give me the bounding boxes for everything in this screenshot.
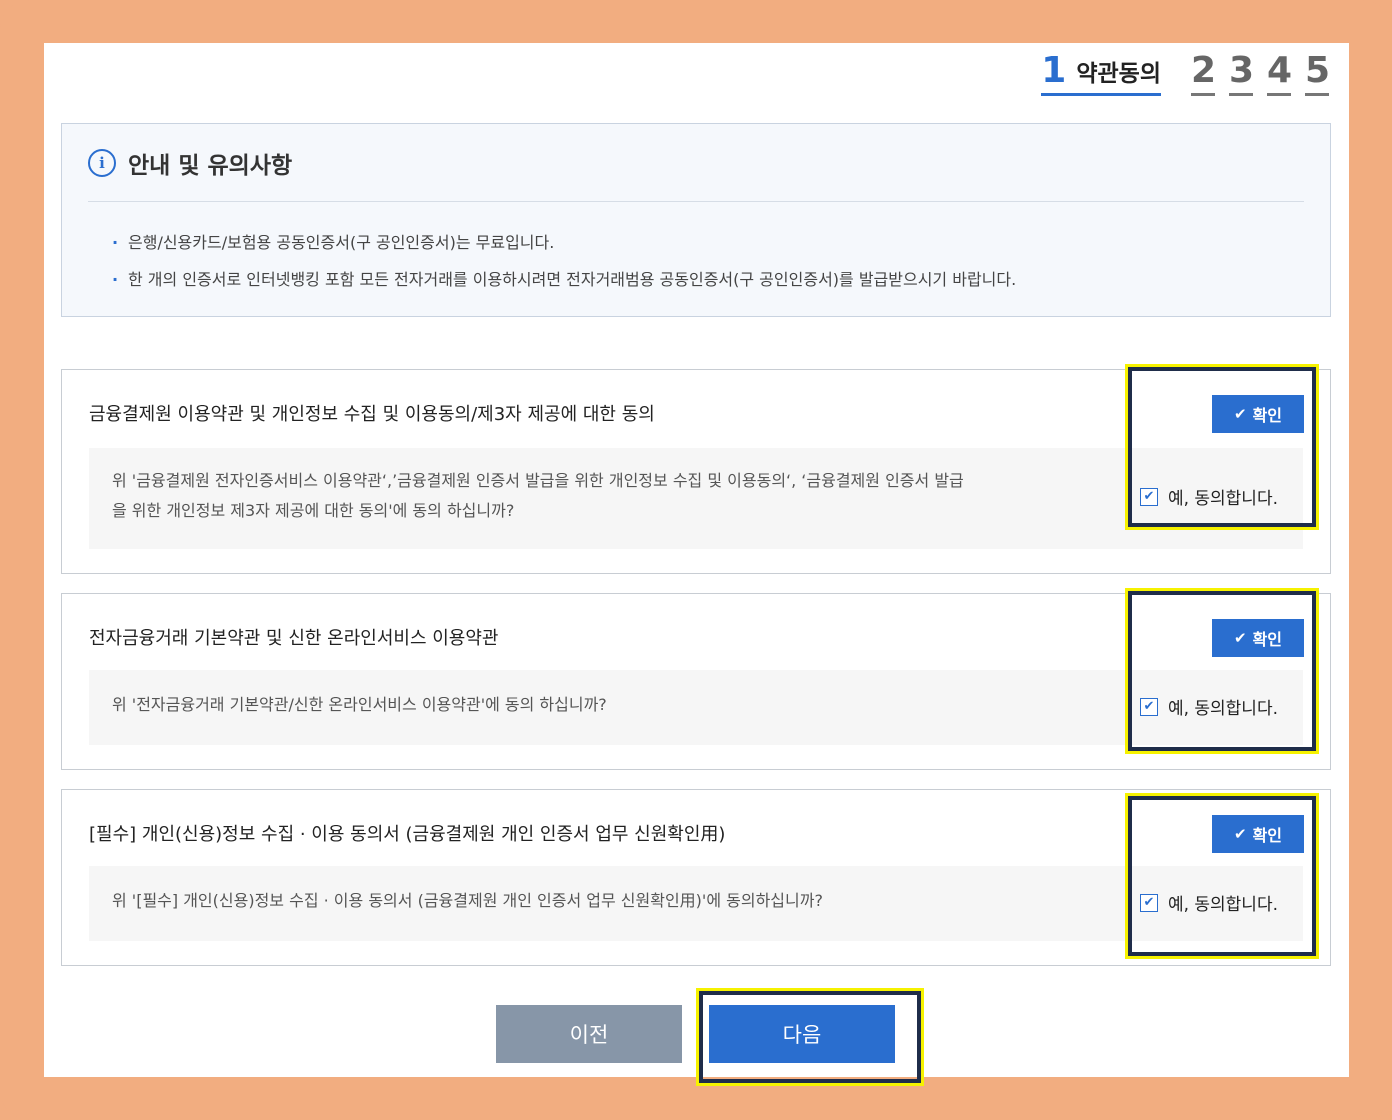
agreement-desc-line: 위 '전자금융거래 기본약관/신한 온라인서비스 이용약관'에 동의 하십니까?: [112, 695, 607, 714]
agreement-desc-line: 위 '[필수] 개인(신용)정보 수집 · 이용 동의서 (금융결제원 개인 인…: [112, 891, 823, 910]
notice-title: 안내 및 유의사항: [128, 153, 293, 179]
step-active-number: 1: [1041, 50, 1067, 91]
highlight-box: [1125, 364, 1319, 530]
agreement-body: 위 '전자금융거래 기본약관/신한 온라인서비스 이용약관'에 동의 하십니까?: [89, 670, 1303, 745]
agreement-desc-line: 위 '금융결제원 전자인증서비스 이용약관‘,’금융결제원 인증서 발급을 위한…: [112, 471, 964, 490]
info-icon: i: [88, 149, 116, 177]
notice-header: i 안내 및 유의사항: [88, 146, 292, 180]
agreement-title: 금융결제원 이용약관 및 개인정보 수집 및 이용동의/제3자 제공에 대한 동…: [89, 404, 655, 425]
highlight-box: [1125, 588, 1319, 754]
agreement-desc: 위 '[필수] 개인(신용)정보 수집 · 이용 동의서 (금융결제원 개인 인…: [112, 886, 1032, 916]
step-4: 4: [1267, 51, 1292, 96]
prev-button[interactable]: 이전: [496, 1005, 682, 1063]
notice-list: 은행/신용카드/보험용 공동인증서(구 공인인증서)는 무료입니다. 한 개의 …: [112, 224, 1016, 298]
highlight-box: [1125, 793, 1319, 959]
step-indicator: 1 약관동의 2 3 4 5: [1041, 51, 1330, 96]
notice-item: 한 개의 인증서로 인터넷뱅킹 포함 모든 전자거래를 이용하시려면 전자거래범…: [112, 261, 1016, 298]
step-5: 5: [1305, 51, 1330, 96]
agreement-body: 위 '금융결제원 전자인증서비스 이용약관‘,’금융결제원 인증서 발급을 위한…: [89, 448, 1303, 549]
agreement-desc: 위 '금융결제원 전자인증서비스 이용약관‘,’금융결제원 인증서 발급을 위한…: [112, 466, 1032, 526]
agreement-title: 전자금융거래 기본약관 및 신한 온라인서비스 이용약관: [89, 628, 499, 649]
agreement-title: [필수] 개인(신용)정보 수집 · 이용 동의서 (금융결제원 개인 인증서 …: [89, 824, 726, 845]
agreement-desc-line: 을 위한 개인정보 제3자 제공에 대한 동의'에 동의 하십니까?: [112, 501, 515, 520]
notice-box: i 안내 및 유의사항 은행/신용카드/보험용 공동인증서(구 공인인증서)는 …: [61, 123, 1331, 317]
notice-item: 은행/신용카드/보험용 공동인증서(구 공인인증서)는 무료입니다.: [112, 224, 1016, 261]
step-3: 3: [1229, 51, 1254, 96]
step-2: 2: [1191, 51, 1216, 96]
notice-divider: [88, 201, 1304, 202]
next-button[interactable]: 다음: [709, 1005, 895, 1063]
agreement-desc: 위 '전자금융거래 기본약관/신한 온라인서비스 이용약관'에 동의 하십니까?: [112, 690, 1032, 720]
agreement-body: 위 '[필수] 개인(신용)정보 수집 · 이용 동의서 (금융결제원 개인 인…: [89, 866, 1303, 941]
step-active-label: 약관동의: [1076, 61, 1161, 87]
page: 1 약관동의 2 3 4 5 i 안내 및 유의사항 은행/신용카드/보험용 공…: [44, 43, 1349, 1086]
step-1-active: 1 약관동의: [1041, 51, 1161, 96]
